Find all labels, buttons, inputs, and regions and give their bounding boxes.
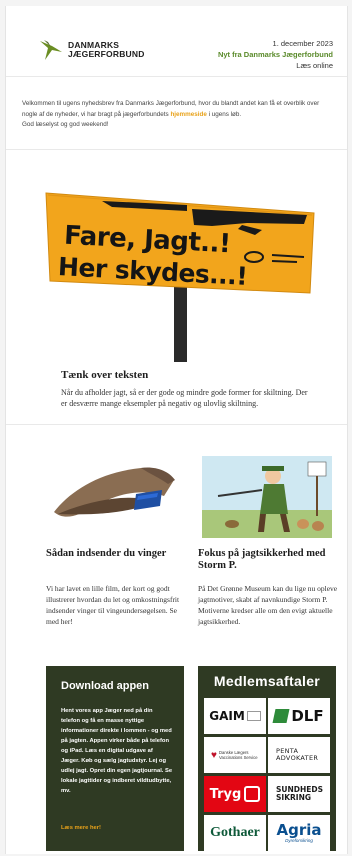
logo[interactable]: DANMARKS JÆGERFORBUND	[39, 38, 145, 62]
gaim-badge-icon	[246, 711, 261, 721]
heart-icon: ♥	[211, 749, 217, 761]
read-online-link[interactable]: Læs online	[218, 60, 333, 71]
article-2-body: På Det Grønne Museum kan du lige nu ople…	[198, 584, 338, 626]
newsletter-title: Nyt fra Danmarks Jægerforbund	[217, 50, 333, 59]
app-promo-panel: Download appen Hent vores app Jæger ned …	[46, 666, 184, 851]
app-promo-title: Download appen	[61, 680, 149, 692]
hero-image[interactable]: Fare, Jagt..! Her skydes...!	[42, 173, 318, 362]
hero-body: Når du afholder jagt, så er der gode og …	[61, 388, 308, 408]
jaeger-logo-icon	[40, 40, 62, 60]
partner-sundheds-sikring[interactable]: SUNDHEDS SIKRING	[268, 776, 330, 812]
tryg-logo-icon	[244, 786, 261, 802]
divider	[6, 424, 347, 425]
divider	[6, 149, 347, 150]
members-panel: Medlemsaftaler GAIM DLF ♥ Danske Lægers …	[198, 666, 336, 851]
divider	[6, 76, 347, 77]
partner-gothaer[interactable]: Gothaer	[204, 815, 266, 851]
header-info: 1. december 2023 Nyt fra Danmarks Jægerf…	[218, 38, 333, 71]
partner-penta[interactable]: PENTA ADVOKATER	[268, 737, 330, 773]
dlf-leaf-icon	[272, 709, 290, 723]
partner-vaccination[interactable]: ♥ Danske Lægers Vaccinations Service	[204, 737, 266, 773]
article-2-title[interactable]: Fokus på jagtsikkerhed med Storm P.	[198, 548, 340, 572]
logo-line-2: JÆGERFORBUND	[68, 49, 145, 59]
storm-p-image[interactable]	[198, 450, 336, 542]
partner-agria[interactable]: Agria Dyreforsikring	[268, 815, 330, 851]
article-1-body: Vi har lavet en lille film, der kort og …	[46, 584, 180, 626]
article-1-title[interactable]: Sådan indsender du vinger	[46, 548, 186, 560]
members-title: Medlemsaftaler	[213, 673, 321, 689]
intro-text: Velkommen til ugens nyhedsbrev fra Danma…	[22, 100, 320, 128]
app-promo-body: Hent vores app Jæger ned på din telefon …	[61, 708, 173, 794]
partner-tryg[interactable]: Tryg	[204, 776, 266, 812]
newsletter: DANMARKS JÆGERFORBUND 1. december 2023 N…	[5, 6, 348, 854]
partner-gaim[interactable]: GAIM	[204, 698, 266, 734]
app-promo-link[interactable]: Læs mere her!	[61, 825, 101, 831]
partner-dlf[interactable]: DLF	[268, 698, 330, 734]
homepage-link[interactable]: hjemmeside	[170, 111, 206, 118]
issue-date: 1. december 2023	[272, 39, 333, 48]
wing-image[interactable]	[46, 450, 184, 542]
hero-title[interactable]: Tænk over teksten	[61, 369, 148, 381]
